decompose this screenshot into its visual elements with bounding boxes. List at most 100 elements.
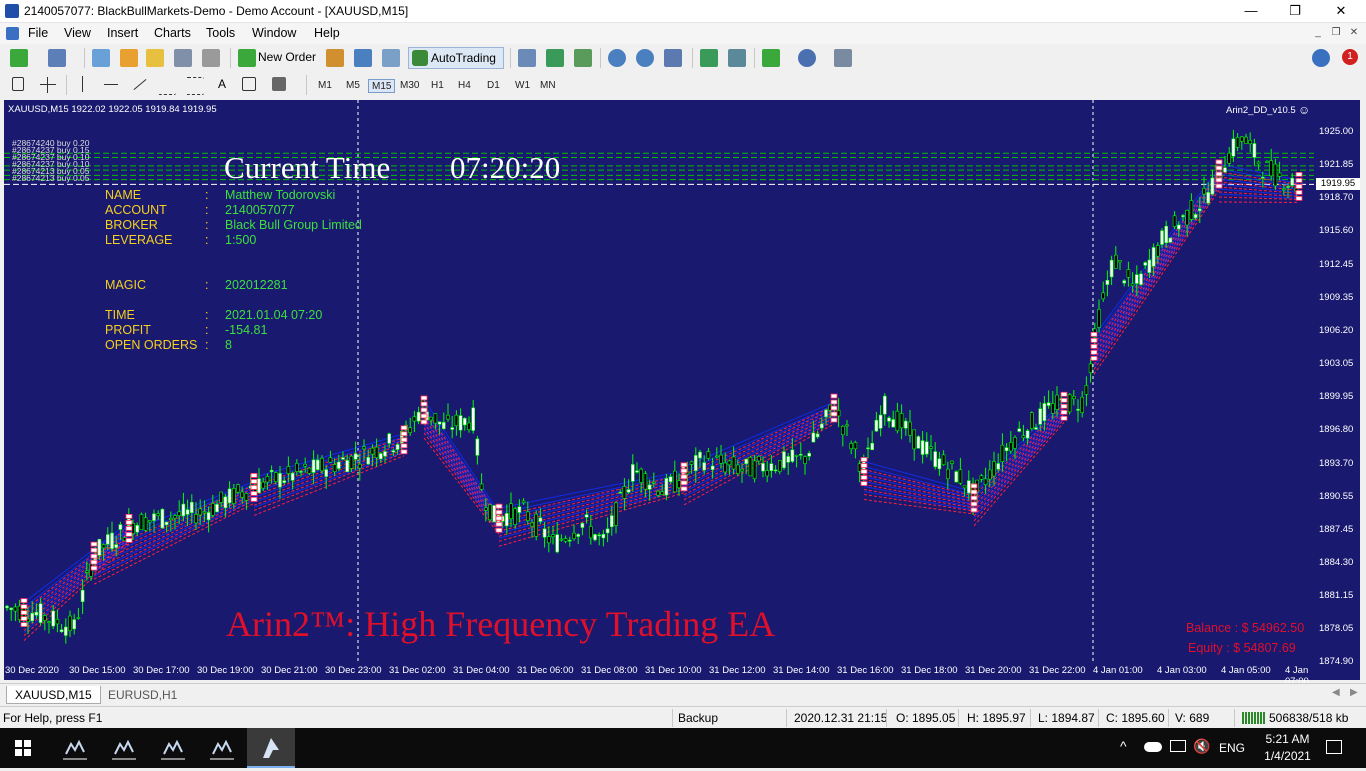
tab-eurusd-h1[interactable]: EURUSD,H1 [100,686,185,704]
candlestick-icon[interactable] [546,49,564,67]
vertical-line-icon[interactable] [82,76,83,92]
signals-icon[interactable] [354,49,372,67]
timeframe-mn[interactable]: MN [537,79,559,93]
price-chart[interactable]: XAUUSD,M15 1922.02 1922.05 1919.84 1919.… [4,100,1314,661]
trade-arrow-marker [861,470,867,474]
action-center-icon[interactable] [1326,740,1342,754]
trendline-icon[interactable] [134,79,147,90]
timeframe-h4[interactable]: H4 [455,79,474,93]
notification-badge[interactable]: 1 [1342,49,1358,65]
menu-view[interactable]: View [64,26,91,40]
menu-tools[interactable]: Tools [206,26,235,40]
indicators-icon[interactable] [762,49,780,67]
close-button[interactable]: ✕ [1318,0,1364,23]
timeframe-m30[interactable]: M30 [397,79,422,93]
strategy-tester-icon[interactable] [202,49,220,67]
zoom-in-icon[interactable] [608,49,626,67]
tab-scroll-right-icon[interactable]: ▶ [1350,687,1358,698]
tray-chevron-icon[interactable]: ^ [1120,738,1127,754]
candle-body [610,516,613,527]
tile-windows-icon[interactable] [664,49,682,67]
candle-body [846,425,849,426]
search-icon[interactable] [1312,49,1330,67]
candle-body [791,450,794,462]
candle-body [539,518,542,522]
candle-body [707,452,710,459]
candle-body [623,487,626,499]
market-watch-icon[interactable] [92,49,110,67]
volume-muted-icon[interactable]: 🔇 [1193,738,1210,755]
doc-minimize-button[interactable]: _ [1310,27,1326,41]
clock-time[interactable]: 5:21 AM [1260,732,1315,746]
mt4-taskbar-icon-1[interactable] [63,736,87,760]
menu-charts[interactable]: Charts [154,26,191,40]
menu-file[interactable]: File [28,26,48,40]
fibonacci-icon[interactable] [186,77,204,95]
language-indicator[interactable]: ENG [1219,741,1245,755]
profiles-icon[interactable] [48,49,66,67]
candle-body [480,484,483,490]
status-datetime: 2020.12.31 21:15 [794,711,887,725]
auto-scroll-icon[interactable] [728,49,746,67]
market-icon[interactable] [382,49,400,67]
chart-shift-icon[interactable] [700,49,718,67]
menu-insert[interactable]: Insert [107,26,138,40]
gold-icon[interactable] [326,49,344,67]
trade-arrow-marker [1061,398,1067,402]
navigator-icon[interactable] [146,49,164,67]
maximize-button[interactable]: ❐ [1272,0,1318,23]
arrows-icon[interactable] [272,77,286,91]
templates-icon[interactable] [834,49,852,67]
timeframe-m1[interactable]: M1 [315,79,335,93]
text-tool-icon[interactable]: A [218,77,226,91]
windows-start-icon[interactable] [15,740,31,756]
mt4-taskbar-icon-4[interactable] [210,736,234,760]
onedrive-icon[interactable] [1144,742,1162,752]
menu-window[interactable]: Window [252,26,296,40]
candle-body [841,426,844,434]
doc-close-button[interactable]: ✕ [1346,27,1362,41]
network-icon[interactable] [1170,740,1186,752]
zoom-out-icon[interactable] [636,49,654,67]
mt4-taskbar-icon-3[interactable] [161,736,185,760]
candle-body [585,515,588,518]
bar-chart-icon[interactable] [518,49,536,67]
candle-body [115,545,118,548]
doc-restore-button[interactable]: ❐ [1328,27,1344,41]
new-order-icon[interactable] [238,49,256,67]
periods-icon[interactable] [798,49,816,67]
menu-help[interactable]: Help [314,26,340,40]
trade-arrow-marker [861,464,867,468]
autotrading-button[interactable]: AutoTrading [408,47,504,69]
tab-xauusd-m15[interactable]: XAUUSD,M15 [6,686,101,704]
text-label-icon[interactable] [242,77,256,91]
time-tick-label: 31 Dec 02:00 [389,665,446,676]
tab-scroll-left-icon[interactable]: ◀ [1332,687,1340,698]
minimize-button[interactable]: — [1228,0,1274,23]
timeframe-d1[interactable]: D1 [484,79,503,93]
candle-body [938,459,941,469]
data-window-icon[interactable] [120,49,138,67]
time-tick-label: 30 Dec 15:00 [69,665,126,676]
candle-body [657,491,660,495]
crosshair-icon[interactable] [40,77,58,95]
line-chart-icon[interactable] [574,49,592,67]
terminal-icon[interactable] [174,49,192,67]
timeframe-w1[interactable]: W1 [512,79,533,93]
sell-grid-line [254,444,404,496]
candle-body [148,521,151,522]
clock-date[interactable]: 1/4/2021 [1260,749,1315,763]
candle-body [106,535,109,545]
blackbull-taskbar-icon[interactable] [247,728,295,768]
new-order-button[interactable]: New Order [258,50,316,64]
timeframe-m5[interactable]: M5 [343,79,363,93]
new-chart-icon[interactable] [10,49,28,67]
candle-body [1144,263,1147,266]
timeframe-h1[interactable]: H1 [428,79,447,93]
mt4-taskbar-icon-2[interactable] [112,736,136,760]
timeframe-m15[interactable]: M15 [368,79,395,93]
equidistant-channel-icon[interactable] [158,77,176,95]
cursor-icon[interactable] [12,77,24,91]
horizontal-line-icon[interactable] [104,84,118,85]
candle-body [6,606,9,608]
